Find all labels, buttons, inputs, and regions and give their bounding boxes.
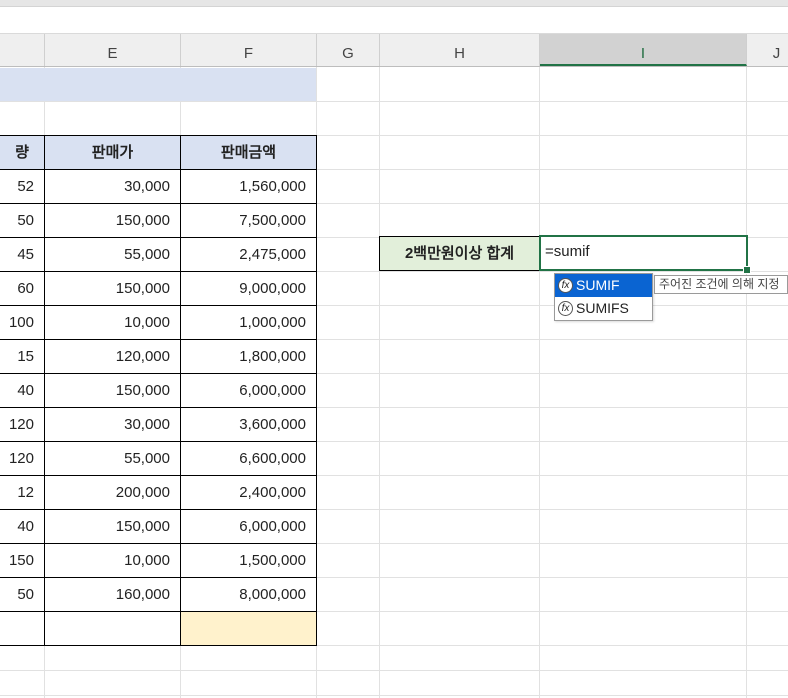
column-header-j[interactable]: J [747, 34, 788, 66]
table-cell[interactable]: 50 [0, 577, 45, 612]
table-cell[interactable]: 55,000 [44, 441, 181, 476]
table-cell[interactable]: 160,000 [44, 577, 181, 612]
table-cell[interactable]: 2,475,000 [180, 237, 317, 272]
function-icon: fx [558, 278, 573, 293]
table-cell[interactable]: 10,000 [44, 305, 181, 340]
function-icon: fx [558, 301, 573, 316]
table-cell[interactable]: 120 [0, 407, 45, 442]
column-header-d[interactable] [0, 34, 45, 66]
table-cell[interactable]: 30,000 [44, 169, 181, 204]
title-band [0, 68, 316, 101]
total-row-cell[interactable] [0, 611, 45, 646]
table-cell[interactable]: 1,800,000 [180, 339, 317, 374]
table-cell[interactable]: 40 [0, 373, 45, 408]
table-cell[interactable]: 150,000 [44, 509, 181, 544]
table-cell[interactable]: 150,000 [44, 373, 181, 408]
formula-edit-cell[interactable]: =sumif [539, 235, 748, 271]
total-amount-cell[interactable] [180, 611, 317, 646]
table-cell[interactable]: 40 [0, 509, 45, 544]
table-cell[interactable]: 3,600,000 [180, 407, 317, 442]
table-cell[interactable]: 30,000 [44, 407, 181, 442]
table-cell[interactable]: 150 [0, 543, 45, 578]
table-cell[interactable]: 10,000 [44, 543, 181, 578]
header-unit-price: 판매가 [44, 135, 181, 170]
table-cell[interactable]: 150,000 [44, 271, 181, 306]
table-cell[interactable]: 60 [0, 271, 45, 306]
fill-handle[interactable] [743, 266, 751, 274]
autocomplete-item-label: SUMIFS [576, 300, 629, 316]
autocomplete-item-label: SUMIF [576, 277, 620, 293]
autocomplete-item-sumifs[interactable]: fx SUMIFS [555, 297, 652, 320]
table-cell[interactable]: 7,500,000 [180, 203, 317, 238]
table-cell[interactable]: 45 [0, 237, 45, 272]
table-cell[interactable]: 120 [0, 441, 45, 476]
header-quantity: 량 [0, 135, 45, 170]
header-sales-amount: 판매금액 [180, 135, 317, 170]
table-cell[interactable]: 1,500,000 [180, 543, 317, 578]
table-cell[interactable]: 8,000,000 [180, 577, 317, 612]
autocomplete-item-sumif[interactable]: fx SUMIF [555, 274, 652, 297]
column-header-i[interactable]: I [540, 34, 747, 66]
ribbon-edge [0, 0, 788, 7]
formula-bar[interactable] [0, 7, 788, 34]
total-row-cell[interactable] [44, 611, 181, 646]
table-cell[interactable]: 1,000,000 [180, 305, 317, 340]
table-cell[interactable]: 50 [0, 203, 45, 238]
table-cell[interactable]: 55,000 [44, 237, 181, 272]
table-cell[interactable]: 9,000,000 [180, 271, 317, 306]
table-cell[interactable]: 12 [0, 475, 45, 510]
worksheet-grid[interactable]: 량 판매가 판매금액 52 30,000 1,560,000 50 150,00… [0, 67, 788, 698]
column-header-h[interactable]: H [380, 34, 540, 66]
table-cell[interactable]: 6,000,000 [180, 373, 317, 408]
table-cell[interactable]: 2,400,000 [180, 475, 317, 510]
function-tooltip: 주어진 조건에 의해 지정 [654, 275, 788, 294]
table-cell[interactable]: 6,000,000 [180, 509, 317, 544]
table-cell[interactable]: 1,560,000 [180, 169, 317, 204]
column-header-bar: E F G H I J [0, 34, 788, 67]
table-cell[interactable]: 100 [0, 305, 45, 340]
function-autocomplete-list: fx SUMIF fx SUMIFS [554, 273, 653, 321]
table-cell[interactable]: 6,600,000 [180, 441, 317, 476]
column-header-f[interactable]: F [181, 34, 317, 66]
table-cell[interactable]: 120,000 [44, 339, 181, 374]
table-cell[interactable]: 15 [0, 339, 45, 374]
table-cell[interactable]: 150,000 [44, 203, 181, 238]
summary-label: 2백만원이상 합계 [379, 236, 540, 271]
table-cell[interactable]: 52 [0, 169, 45, 204]
table-cell[interactable]: 200,000 [44, 475, 181, 510]
column-header-e[interactable]: E [45, 34, 181, 66]
column-header-g[interactable]: G [317, 34, 380, 66]
